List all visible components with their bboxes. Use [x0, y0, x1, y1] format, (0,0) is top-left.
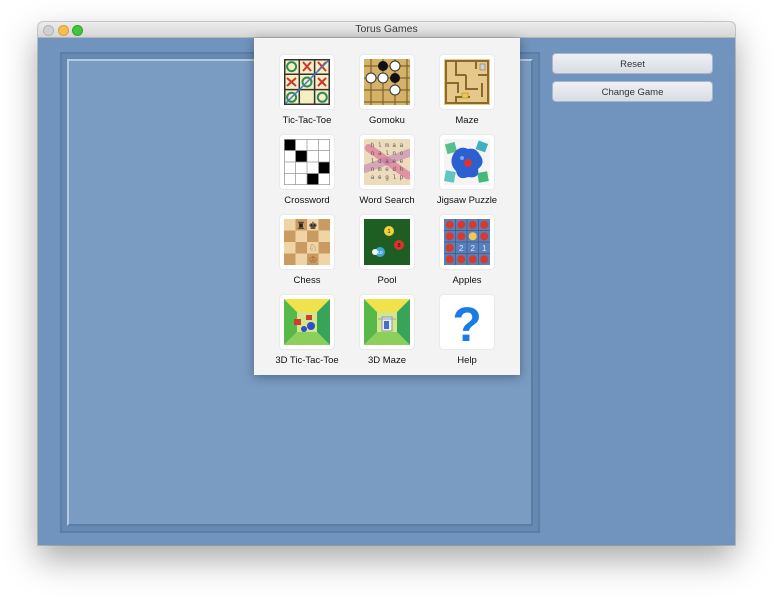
- svg-text:8: 8: [397, 243, 400, 249]
- game-chooser-popover: Tic-Tac-Toe Gomoku Maze Crossword h l m …: [254, 38, 520, 375]
- chess-icon: ♜ ♚ ♘ ♔: [280, 215, 334, 269]
- svg-text:?: ?: [452, 299, 481, 345]
- svg-text:l d a e e: l d a e e: [371, 158, 404, 165]
- word-search-icon: h l m a a n a l n o l d a e e n m e d h …: [360, 135, 414, 189]
- title-bar: Torus Games: [38, 22, 735, 38]
- svg-text:♘: ♘: [309, 243, 318, 254]
- svg-text:10: 10: [377, 250, 383, 255]
- svg-text:n a l n o: n a l n o: [371, 150, 404, 157]
- svg-text:n m e d h: n m e d h: [371, 166, 404, 173]
- game-option-maze[interactable]: Maze: [427, 55, 507, 135]
- game-option-help[interactable]: ? Help: [427, 295, 507, 375]
- gomoku-icon: [360, 55, 414, 109]
- game-label: Apples: [452, 275, 482, 286]
- game-option-jigsaw-puzzle[interactable]: Jigsaw Puzzle: [427, 135, 507, 215]
- game-label: Help: [457, 355, 477, 366]
- svg-text:1: 1: [387, 229, 390, 235]
- svg-text:♚: ♚: [309, 221, 318, 232]
- change-game-button[interactable]: Change Game: [552, 81, 713, 102]
- help-icon: ?: [440, 295, 494, 349]
- game-label: Maze: [455, 115, 479, 126]
- svg-text:a e g l p: a e g l p: [371, 174, 404, 181]
- crossword-icon: [280, 135, 334, 189]
- svg-text:2: 2: [471, 244, 476, 253]
- reset-button[interactable]: Reset: [552, 53, 713, 74]
- tic-tac-toe-icon: [280, 55, 334, 109]
- 3d-tic-tac-toe-icon: [280, 295, 334, 349]
- svg-text:1: 1: [482, 244, 487, 253]
- svg-text:2: 2: [459, 244, 464, 253]
- svg-text:♜: ♜: [297, 221, 306, 232]
- maze-icon: [440, 55, 494, 109]
- window-title: Torus Games: [355, 23, 418, 35]
- game-label: Jigsaw Puzzle: [436, 195, 498, 206]
- pool-icon: 1 8 10: [360, 215, 414, 269]
- game-option-apples[interactable]: 2 1 2 Apples: [427, 215, 507, 295]
- svg-text:♔: ♔: [309, 255, 318, 265]
- jigsaw-puzzle-icon: [440, 135, 494, 189]
- svg-text:h l m a a: h l m a a: [371, 142, 404, 149]
- 3d-maze-icon: [360, 295, 414, 349]
- apples-icon: 2 1 2: [440, 215, 494, 269]
